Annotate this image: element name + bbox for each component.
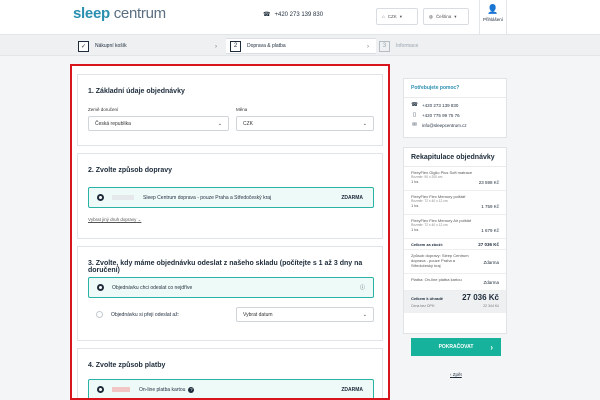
phone-icon: ☎ <box>263 12 271 18</box>
summary-item: FlexyFlex Flex Memory Air polštář Rozměr… <box>404 215 506 239</box>
globe-icon: ◍ <box>429 13 433 19</box>
bank-icon: ⌂ <box>382 14 385 19</box>
radio-unselected[interactable] <box>96 311 103 318</box>
chevron-right-icon: › <box>215 44 217 50</box>
chevron-down-icon: ▾ <box>454 13 457 19</box>
other-shipping-link[interactable]: Vybrat jiný druh dopravy ⌄ <box>88 217 141 223</box>
step-cart[interactable]: ✓ Nákupní košík <box>78 38 127 54</box>
chevron-down-icon: ⌄ <box>217 120 222 127</box>
shipping-logo <box>112 195 134 200</box>
help-phone-1[interactable]: ☎ +420 273 139 830 <box>404 100 506 110</box>
payment-row: Platba: On-line platba kartou Zdarma <box>404 274 506 291</box>
chevron-left-icon: ‹ <box>450 372 452 377</box>
user-icon: 👤 <box>487 4 499 14</box>
chevron-down-icon: ▾ <box>399 13 402 19</box>
phone-icon: ☎ <box>411 102 418 108</box>
payment-logo <box>112 387 130 392</box>
section-payment: 4. Zvolte způsob platby On-line platba k… <box>77 348 383 398</box>
summary-item: FlexyFlex Flex Memory polštář Rozměr: 72… <box>404 191 506 215</box>
chevron-right-icon: › <box>490 342 493 352</box>
mail-icon: ✉ <box>412 122 417 128</box>
radio-selected[interactable] <box>97 386 104 393</box>
section-dispatch-date: 3. Zvolte, kdy máme objednávku odeslat z… <box>77 246 383 341</box>
total-block: Celkem k úhradě Cena bez DPH 27 036 Kč 2… <box>404 291 506 313</box>
mobile-icon: ▯ <box>412 112 417 118</box>
order-currency-select[interactable]: CZK ⌄ <box>236 116 374 131</box>
chevron-right-icon: › <box>367 44 369 50</box>
country-select[interactable]: Česká republika ⌄ <box>88 116 229 131</box>
help-box: Potřebujete pomoc? ☎ +420 273 139 830 ▯ +4… <box>403 78 507 138</box>
chevron-down-icon: ⌄ <box>362 120 367 127</box>
info-icon[interactable]: ⓘ <box>360 284 365 291</box>
site-header: sleep centrum ☎ +420 273 139 830 ⌂ CZK ▾ ◍ Č… <box>0 0 600 34</box>
step-info[interactable]: 3 Informace <box>379 38 418 54</box>
dispatch-asap-option[interactable]: Objednávku chci odeslat co nejdříve ⓘ <box>88 277 374 298</box>
language-select[interactable]: ◍ Čeština ▾ <box>423 8 469 25</box>
order-summary: Rekapitulace objednávky FlexyFlex Giglio… <box>403 147 507 334</box>
section-shipping: 2. Zvolte způsob dopravy Sleep Centrum d… <box>77 153 383 239</box>
currency-select[interactable]: ⌂ CZK ▾ <box>376 8 418 25</box>
header-phone[interactable]: ☎ +420 273 139 830 <box>263 11 323 19</box>
login-button[interactable]: 👤 Přihlášení <box>479 0 507 34</box>
help-phone-2[interactable]: ▯ +420 775 99 75 76 <box>404 110 506 120</box>
help-icon[interactable]: ? <box>188 386 195 393</box>
subtotal-row: Celkem za zboží: 27 036 Kč <box>404 239 506 250</box>
payment-option[interactable]: On-line platba kartou ? ZDARMA <box>88 379 374 398</box>
section-basic-info: 1. Základní údaje objednávky Země doruče… <box>77 74 383 146</box>
summary-item: FlexyFlex Giglio Plus Soft matrace Rozmě… <box>404 167 506 191</box>
back-link[interactable]: ‹ Zpět <box>450 372 462 377</box>
continue-button[interactable]: POKRAČOVAT › <box>411 338 501 356</box>
logo[interactable]: sleep centrum <box>73 5 166 22</box>
shipping-row: Způsob dopravy: Sleep Centrum doprava - … <box>404 250 506 274</box>
checkout-steps: ✓ Nákupní košík › 2 Doprava & platba › 3 In… <box>0 34 600 56</box>
chevron-down-icon: ⌄ <box>362 311 367 318</box>
help-email[interactable]: ✉ info@sleepcentrum.cz <box>404 120 506 130</box>
step-shipping[interactable]: 2 Doprava & platba <box>226 38 376 54</box>
shipping-option[interactable]: Sleep Centrum doprava - pouze Praha a St… <box>88 187 374 208</box>
check-icon: ✓ <box>78 40 89 52</box>
checkout-form: 1. Základní údaje objednávky Země doruče… <box>70 64 390 400</box>
radio-selected[interactable] <box>97 194 104 201</box>
date-select[interactable]: Vybrat datum ⌄ <box>236 307 374 322</box>
radio-selected[interactable] <box>97 284 104 291</box>
